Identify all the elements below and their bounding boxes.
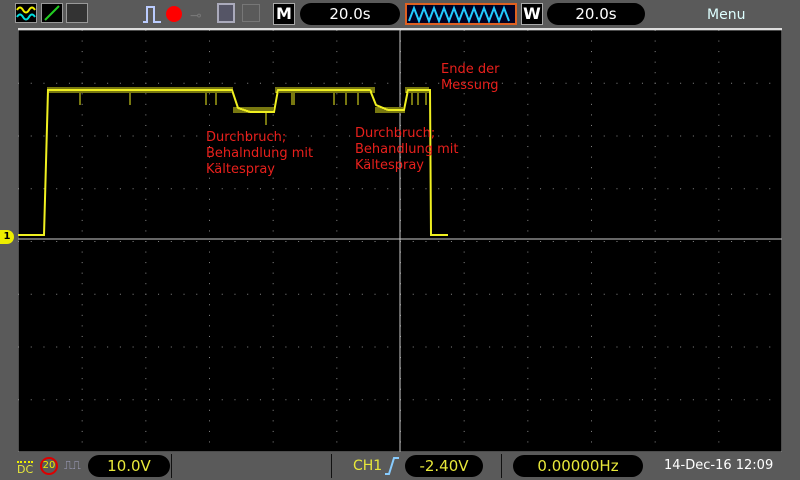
math-line-icon[interactable] xyxy=(41,3,63,23)
annotation-2: Durchbruch; Behandlung mit Kältespray xyxy=(355,126,458,174)
run-pulse-icon[interactable] xyxy=(142,4,162,28)
menu-button[interactable]: Menu xyxy=(707,7,745,23)
main-timebase-value[interactable]: 20.0s xyxy=(300,3,400,25)
record-icon[interactable] xyxy=(166,6,182,22)
print-icon[interactable] xyxy=(242,4,260,22)
probe-square-icon: ⎍⎍ xyxy=(64,458,81,473)
top-toolbar: ⊸ M 20.0s W 20.0s Menu xyxy=(0,0,800,28)
trigger-source: CH1 xyxy=(353,458,382,474)
save-icon[interactable] xyxy=(217,3,235,23)
datetime: 14-Dec-16 12:09 xyxy=(664,458,773,473)
main-timebase-label: M xyxy=(273,3,295,25)
annotation-1: Durchbruch; Behalndlung mit Kältespray xyxy=(206,130,313,178)
annotation-3: Ende der Messung xyxy=(441,62,499,94)
waveform-display: Durchbruch; Behalndlung mit Kältespray D… xyxy=(18,28,782,452)
graticule xyxy=(18,30,782,452)
window-overview-icon[interactable] xyxy=(405,3,517,25)
trigger-level[interactable]: -2.40V xyxy=(405,455,483,477)
key-icon[interactable]: ⊸ xyxy=(190,8,202,24)
reference-icon[interactable] xyxy=(66,3,88,23)
window-timebase-label: W xyxy=(521,3,543,25)
channel-1-marker[interactable]: 1 xyxy=(0,230,14,244)
channel-waveform-icon[interactable] xyxy=(15,3,37,23)
volts-per-div[interactable]: 10.0V xyxy=(88,455,170,477)
rising-edge-icon xyxy=(385,456,399,480)
frequency-counter: 0.00000Hz xyxy=(513,455,643,477)
bandwidth-limit-badge: 20 xyxy=(40,457,58,475)
status-bar: DC 20 ⎍⎍ 10.0V CH1 -2.40V 0.00000Hz 14-D… xyxy=(0,452,800,480)
window-timebase-value[interactable]: 20.0s xyxy=(547,3,645,25)
coupling-dc: DC xyxy=(17,461,33,476)
